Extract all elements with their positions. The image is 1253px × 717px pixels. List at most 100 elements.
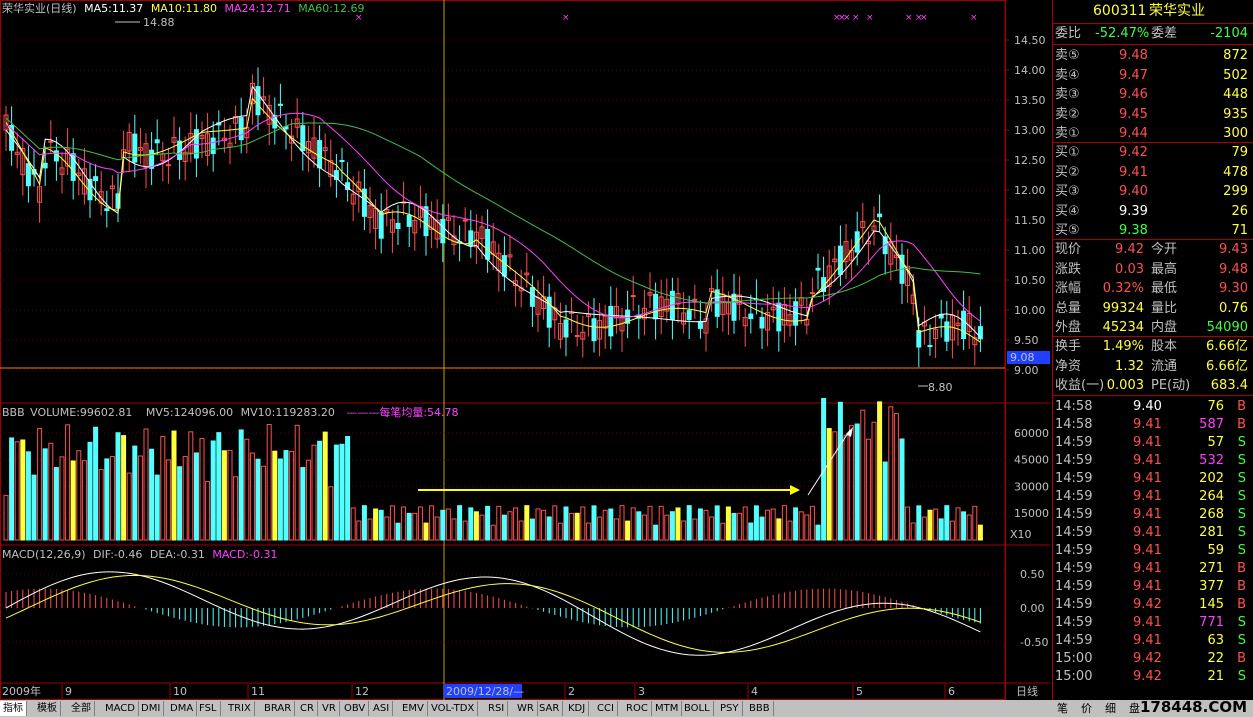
- tab-bbb[interactable]: BBB: [746, 701, 774, 716]
- tab-cr[interactable]: CR: [297, 701, 318, 716]
- stat-value: 1.32: [1115, 358, 1144, 374]
- tab-cci[interactable]: CCI: [594, 701, 618, 716]
- tick-price: 9.40: [1133, 399, 1162, 414]
- volume-bar: [244, 438, 250, 541]
- tab-wr[interactable]: WR: [514, 701, 538, 716]
- volume-bar: [37, 428, 43, 541]
- tab-模板[interactable]: 模板: [34, 701, 61, 716]
- tick-price: 9.41: [1133, 489, 1162, 504]
- volume-bar: [76, 450, 82, 541]
- bid-volume: 79: [1231, 145, 1248, 160]
- volume-bar: [725, 506, 731, 541]
- candle-body: [608, 305, 614, 337]
- volume-bar: [664, 514, 670, 541]
- tab-roc[interactable]: ROC: [623, 701, 652, 716]
- stat-value: 9.43: [1219, 242, 1248, 257]
- panel-tab-3[interactable]: 盘: [1129, 701, 1140, 716]
- volume-bar: [703, 509, 709, 541]
- ask-volume: 448: [1223, 87, 1248, 102]
- volume-bar: [205, 481, 211, 541]
- tick-time: 14:59: [1055, 561, 1093, 576]
- month-label: 10: [173, 685, 187, 698]
- volume-bar: [524, 505, 530, 541]
- volume-bar: [468, 507, 474, 541]
- macd-tick-label: 0.00: [1020, 602, 1045, 615]
- volume-bar: [955, 507, 961, 541]
- tick-time: 14:59: [1055, 507, 1093, 522]
- panel-tab-0[interactable]: 笔: [1057, 701, 1068, 716]
- tick-row: 14:59 9.41 57 S: [1053, 433, 1253, 452]
- stat-label: 股本: [1151, 339, 1178, 354]
- tick-volume: 587: [1199, 417, 1224, 432]
- volume-unit-label: X10: [1010, 528, 1032, 541]
- volume-bar: [832, 431, 838, 541]
- volume-bar: [720, 522, 726, 541]
- tab-fsl[interactable]: FSL: [196, 701, 221, 716]
- tab-sar[interactable]: SAR: [536, 701, 564, 716]
- volume-bar: [686, 505, 692, 541]
- volume-bar: [165, 459, 171, 541]
- volume-bar: [300, 467, 306, 541]
- tick-row: 14:59 9.41 377 B: [1053, 577, 1253, 596]
- tab-全部[interactable]: 全部: [68, 701, 95, 716]
- stat-label: 今开: [1151, 242, 1178, 257]
- candle-body: [748, 313, 754, 320]
- tab-rsi[interactable]: RSI: [485, 701, 509, 716]
- tab-brar[interactable]: BRAR: [261, 701, 296, 716]
- tick-time: 14:59: [1055, 597, 1093, 612]
- tab-emv[interactable]: EMV: [399, 701, 428, 716]
- panel-tab-1[interactable]: 价: [1081, 701, 1092, 716]
- volume-bar: [322, 431, 328, 541]
- stat-row: 涨跌 0.03 最高 9.48: [1053, 260, 1253, 279]
- tick-row: 14:59 9.41 532 S: [1053, 451, 1253, 470]
- candle-body: [961, 310, 967, 340]
- tick-row: 14:59 9.41 59 S: [1053, 541, 1253, 560]
- tab-asi[interactable]: ASI: [370, 701, 394, 716]
- tick-volume: 57: [1207, 435, 1224, 450]
- tick-time: 14:59: [1055, 543, 1093, 558]
- volume-indicator-label: BBB: [2, 406, 25, 419]
- tab-指标[interactable]: 指标: [0, 701, 27, 716]
- volume-bar: [927, 509, 933, 541]
- stat-row: 现价 9.42 今开 9.43: [1053, 240, 1253, 259]
- tab-macd[interactable]: MACD: [102, 701, 139, 716]
- price-tick-label: 12.00: [1014, 184, 1046, 197]
- volume-bar: [137, 455, 143, 541]
- dif-value: DIF:-0.46: [93, 548, 143, 561]
- volume-bar: [742, 506, 748, 541]
- tab-vol-tdx[interactable]: VOL-TDX: [428, 701, 479, 716]
- volume-bar: [31, 474, 37, 541]
- tab-kdj[interactable]: KDJ: [565, 701, 590, 716]
- tab-obv[interactable]: OBV: [341, 701, 370, 716]
- volume-bar: [501, 514, 507, 541]
- tab-psy[interactable]: PSY: [717, 701, 743, 716]
- candle-body: [630, 295, 636, 298]
- tab-vr[interactable]: VR: [319, 701, 340, 716]
- volume-bar: [350, 507, 356, 541]
- panel-tab-2[interactable]: 细: [1105, 701, 1116, 716]
- tick-volume: 22: [1207, 651, 1224, 666]
- kline-chart[interactable]: 14.50 14.00 13.50 13.00 12.50 12.00 11.50 11.00…: [0, 0, 1050, 700]
- bid-label: 买⑤: [1055, 223, 1080, 238]
- volume-bar: [423, 522, 429, 541]
- year-label: 2009年: [2, 684, 41, 698]
- price-tick-label: 12.50: [1014, 154, 1046, 167]
- volume-bar: [65, 424, 71, 541]
- volume-bar: [641, 514, 647, 541]
- price-tick-label: 11.50: [1014, 214, 1046, 227]
- volume-bar: [3, 494, 9, 541]
- stat-value: 99324: [1102, 300, 1144, 316]
- tab-dma[interactable]: DMA: [167, 701, 198, 716]
- tab-boll[interactable]: BOLL: [681, 701, 714, 716]
- stat-value: 9.48: [1219, 261, 1248, 277]
- volume-bar: [440, 509, 446, 541]
- volume-bar: [434, 516, 440, 541]
- stock-code: 600311: [1093, 3, 1147, 19]
- tab-mtm[interactable]: MTM: [652, 701, 683, 716]
- chart-area[interactable]: 14.50 14.00 13.50 13.00 12.50 12.00 11.50 11.00…: [0, 0, 1050, 700]
- candle-body: [154, 139, 160, 144]
- volume-bar: [479, 514, 485, 541]
- stat-label: 总量: [1055, 300, 1082, 316]
- tab-dmi[interactable]: DMI: [138, 701, 165, 716]
- tab-trix[interactable]: TRIX: [225, 701, 255, 716]
